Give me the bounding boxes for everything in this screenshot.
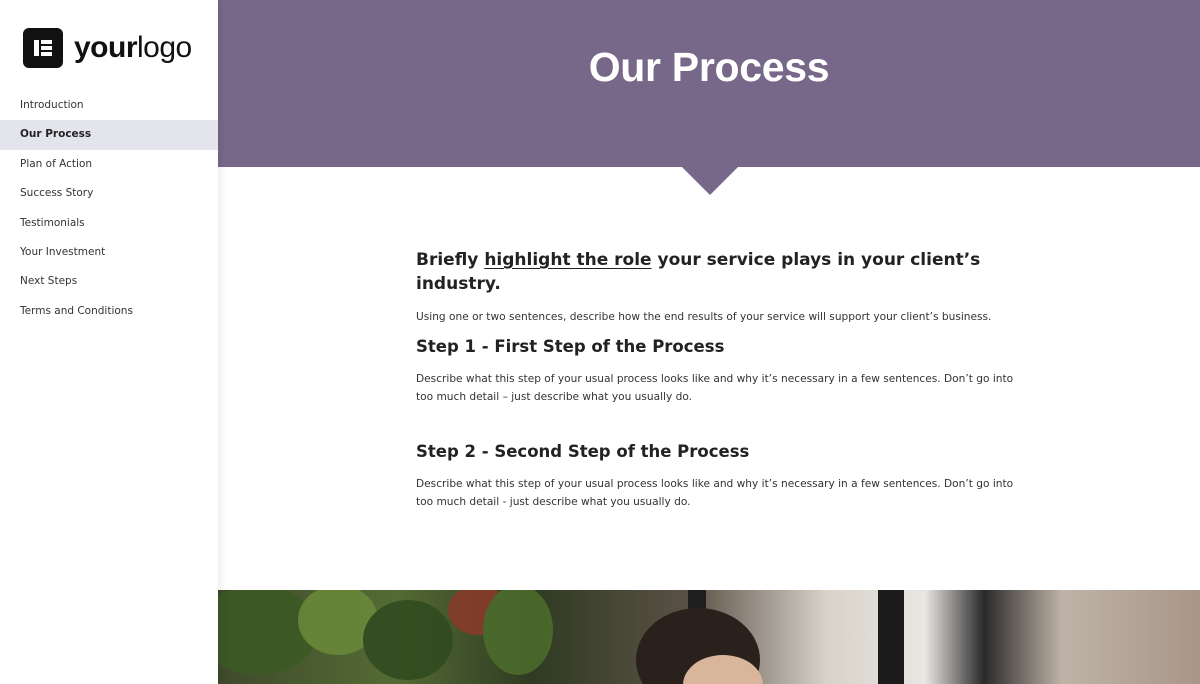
sidebar-item-success-story[interactable]: Success Story — [0, 179, 218, 208]
logo[interactable]: yourlogo — [23, 28, 192, 68]
intro-section: Briefly highlight the role your service … — [416, 248, 1016, 325]
sidebar-item-our-process[interactable]: Our Process — [0, 120, 218, 150]
intro-text: Using one or two sentences, describe how… — [416, 311, 992, 323]
sidebar-item-introduction[interactable]: Introduction — [0, 91, 218, 120]
step-1: Step 1 - First Step of the Process Descr… — [416, 336, 1016, 406]
sidebar-item-next-steps[interactable]: Next Steps — [0, 267, 218, 296]
hero-pointer-arrow — [681, 166, 739, 195]
sidebar-item-plan-of-action[interactable]: Plan of Action — [0, 150, 218, 179]
page-title: Our Process — [588, 44, 830, 90]
logo-icon — [23, 28, 63, 68]
sidebar: yourlogo Introduction Our Process Plan o… — [0, 0, 218, 684]
logo-text: yourlogo — [74, 31, 192, 64]
sidebar-nav: Introduction Our Process Plan of Action … — [0, 91, 218, 326]
step-2-text: Describe what this step of your usual pr… — [416, 478, 1014, 508]
step-2-heading: Step 2 - Second Step of the Process — [416, 442, 750, 461]
intro-heading: Briefly highlight the role your service … — [416, 250, 981, 294]
step-2: Step 2 - Second Step of the Process Desc… — [416, 441, 1016, 511]
highlight-link[interactable]: highlight the role — [484, 250, 651, 270]
sidebar-item-testimonials[interactable]: Testimonials — [0, 209, 218, 238]
step-1-heading: Step 1 - First Step of the Process — [416, 337, 725, 356]
sidebar-item-terms-and-conditions[interactable]: Terms and Conditions — [0, 297, 218, 326]
main-content: Our Process Briefly highlight the role y… — [218, 0, 1200, 684]
sidebar-item-your-investment[interactable]: Your Investment — [0, 238, 218, 267]
hero-banner: Our Process — [218, 0, 1200, 167]
office-photo-illustration — [218, 590, 904, 684]
office-photo — [218, 590, 1200, 684]
step-1-text: Describe what this step of your usual pr… — [416, 373, 1014, 403]
